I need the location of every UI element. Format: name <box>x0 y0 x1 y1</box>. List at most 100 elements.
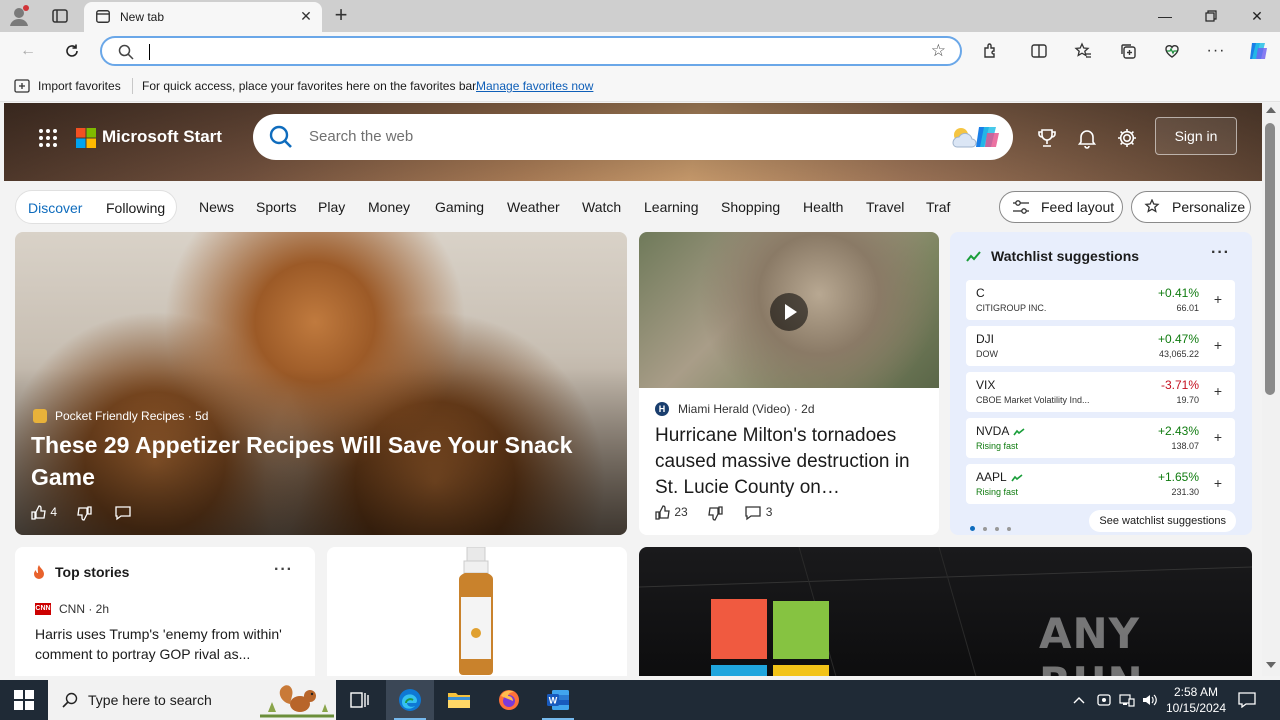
feed-layout-button[interactable]: Feed layout <box>999 191 1123 223</box>
like-icon[interactable] <box>31 505 50 520</box>
stock-change: +0.47% <box>1157 332 1199 346</box>
story-headline[interactable]: Hurricane Milton's tornadoes caused mass… <box>655 423 927 501</box>
brand-title[interactable]: Microsoft Start <box>102 127 222 147</box>
stock-row[interactable]: DJI DOW +0.47% 43,065.22 + <box>966 326 1235 366</box>
add-to-watchlist-icon[interactable]: + <box>1209 337 1227 355</box>
web-search-box[interactable]: Search the web <box>253 114 1013 160</box>
main-story-card[interactable]: Pocket Friendly Recipes · 5d These 29 Ap… <box>15 232 627 535</box>
tab-new-tab[interactable]: New tab ✕ <box>84 2 322 32</box>
comment-count: 3 <box>765 505 773 520</box>
miami-herald-logo-icon: H <box>655 402 669 416</box>
nav-health[interactable]: Health <box>803 199 843 215</box>
nav-weather[interactable]: Weather <box>507 199 560 215</box>
watchlist-more-icon[interactable]: ··· <box>1211 244 1230 262</box>
add-to-watchlist-icon[interactable]: + <box>1209 383 1227 401</box>
scroll-down-icon[interactable] <box>1266 662 1276 668</box>
notifications-bell-icon[interactable] <box>1074 125 1100 151</box>
extensions-icon[interactable] <box>980 40 1002 62</box>
nav-play[interactable]: Play <box>318 199 345 215</box>
settings-gear-icon[interactable] <box>1114 125 1140 151</box>
taskbar-search-box[interactable]: Type here to search <box>48 680 336 720</box>
news-story-card[interactable]: H Miami Herald (Video) · 2d Hurricane Mi… <box>639 232 939 535</box>
nav-sports[interactable]: Sports <box>256 199 296 215</box>
story-headline[interactable]: Harris uses Trump's 'enemy from within' … <box>35 624 300 664</box>
tab-discover[interactable]: Discover <box>28 200 82 216</box>
featured-video-card[interactable]: ANY RUN <box>639 547 1252 676</box>
page-scrollbar[interactable] <box>1262 103 1280 676</box>
stock-row[interactable]: AAPL Rising fast +1.65% 231.30 + <box>966 464 1235 504</box>
notification-center-icon[interactable] <box>1236 680 1258 720</box>
collections-icon[interactable] <box>1117 40 1139 62</box>
nav-news[interactable]: News <box>199 199 234 215</box>
nav-watch[interactable]: Watch <box>582 199 621 215</box>
like-icon[interactable] <box>655 505 674 520</box>
nav-travel[interactable]: Travel <box>866 199 904 215</box>
show-hidden-icons-icon[interactable] <box>1068 680 1090 720</box>
scroll-thumb[interactable] <box>1265 123 1275 395</box>
split-screen-icon[interactable] <box>1028 40 1050 62</box>
new-tab-button[interactable]: + <box>330 4 352 28</box>
meet-now-icon[interactable] <box>1093 680 1115 720</box>
minimize-button[interactable]: — <box>1142 0 1188 32</box>
taskbar-file-explorer-icon[interactable] <box>435 680 483 720</box>
clock-date: 10/15/2024 <box>1165 701 1227 715</box>
nav-traffic[interactable]: Traf <box>926 199 950 215</box>
rewards-trophy-icon[interactable] <box>1034 125 1060 151</box>
svg-text:W: W <box>549 696 558 706</box>
see-watchlist-button[interactable]: See watchlist suggestions <box>1089 510 1236 532</box>
taskbar-edge-icon[interactable] <box>386 680 434 720</box>
more-options-icon[interactable]: ··· <box>1205 40 1227 62</box>
nav-money[interactable]: Money <box>368 199 410 215</box>
scroll-up-icon[interactable] <box>1266 107 1276 113</box>
profile-avatar-icon[interactable] <box>8 5 30 27</box>
top-stories-more-icon[interactable]: ··· <box>274 561 293 579</box>
microsoft-logo-icon[interactable] <box>76 128 96 148</box>
taskbar-word-icon[interactable]: W <box>534 680 582 720</box>
nav-shopping[interactable]: Shopping <box>721 199 780 215</box>
comment-icon[interactable] <box>744 505 765 521</box>
close-window-button[interactable]: ✕ <box>1234 0 1280 32</box>
nav-learning[interactable]: Learning <box>644 199 699 215</box>
tab-following[interactable]: Following <box>106 200 165 216</box>
personalize-button[interactable]: Personalize <box>1131 191 1251 223</box>
browser-essentials-icon[interactable] <box>1161 40 1183 62</box>
address-bar[interactable]: ☆ <box>100 36 962 66</box>
manage-favorites-link[interactable]: Manage favorites now <box>476 79 593 93</box>
favorites-icon[interactable] <box>1072 40 1094 62</box>
stock-row[interactable]: VIX CBOE Market Volatility Ind... -3.71%… <box>966 372 1235 412</box>
dislike-icon[interactable] <box>707 505 726 521</box>
copilot-weather-icon[interactable] <box>949 123 1005 151</box>
task-view-icon[interactable] <box>336 680 384 720</box>
sign-in-button[interactable]: Sign in <box>1155 117 1237 155</box>
restore-button[interactable] <box>1188 0 1234 32</box>
stock-row[interactable]: NVDA Rising fast +2.43% 138.07 + <box>966 418 1235 458</box>
product-card[interactable] <box>327 547 627 676</box>
back-button[interactable]: ← <box>14 38 42 64</box>
story-headline[interactable]: These 29 Appetizer Recipes Will Save You… <box>31 429 601 493</box>
stock-row[interactable]: C CITIGROUP INC. +0.41% 66.01 + <box>966 280 1235 320</box>
carousel-dots[interactable] <box>970 519 1019 534</box>
favorites-divider <box>132 78 133 94</box>
play-video-icon[interactable] <box>770 293 808 331</box>
app-launcher-icon[interactable] <box>38 128 58 148</box>
windows-start-icon[interactable] <box>14 690 34 710</box>
nav-gaming[interactable]: Gaming <box>435 199 484 215</box>
taskbar-firefox-icon[interactable] <box>485 680 533 720</box>
refresh-button[interactable] <box>58 38 86 64</box>
tab-actions-icon[interactable] <box>50 6 70 26</box>
volume-icon[interactable] <box>1139 680 1161 720</box>
import-favorites-link[interactable]: Import favorites <box>38 79 121 93</box>
import-favorites-icon[interactable] <box>14 79 30 93</box>
close-tab-icon[interactable]: ✕ <box>298 8 314 24</box>
comment-icon[interactable] <box>114 505 132 521</box>
address-input[interactable] <box>152 42 912 62</box>
network-icon[interactable] <box>1116 680 1138 720</box>
category-nav: Discover Following News Sports Play Mone… <box>4 181 1262 231</box>
taskbar-clock[interactable]: 2:58 AM 10/15/2024 <box>1160 684 1232 716</box>
favorite-star-icon[interactable]: ☆ <box>931 42 946 60</box>
add-to-watchlist-icon[interactable]: + <box>1209 429 1227 447</box>
dislike-icon[interactable] <box>76 505 95 521</box>
add-to-watchlist-icon[interactable]: + <box>1209 291 1227 309</box>
copilot-icon[interactable] <box>1246 39 1270 63</box>
add-to-watchlist-icon[interactable]: + <box>1209 475 1227 493</box>
